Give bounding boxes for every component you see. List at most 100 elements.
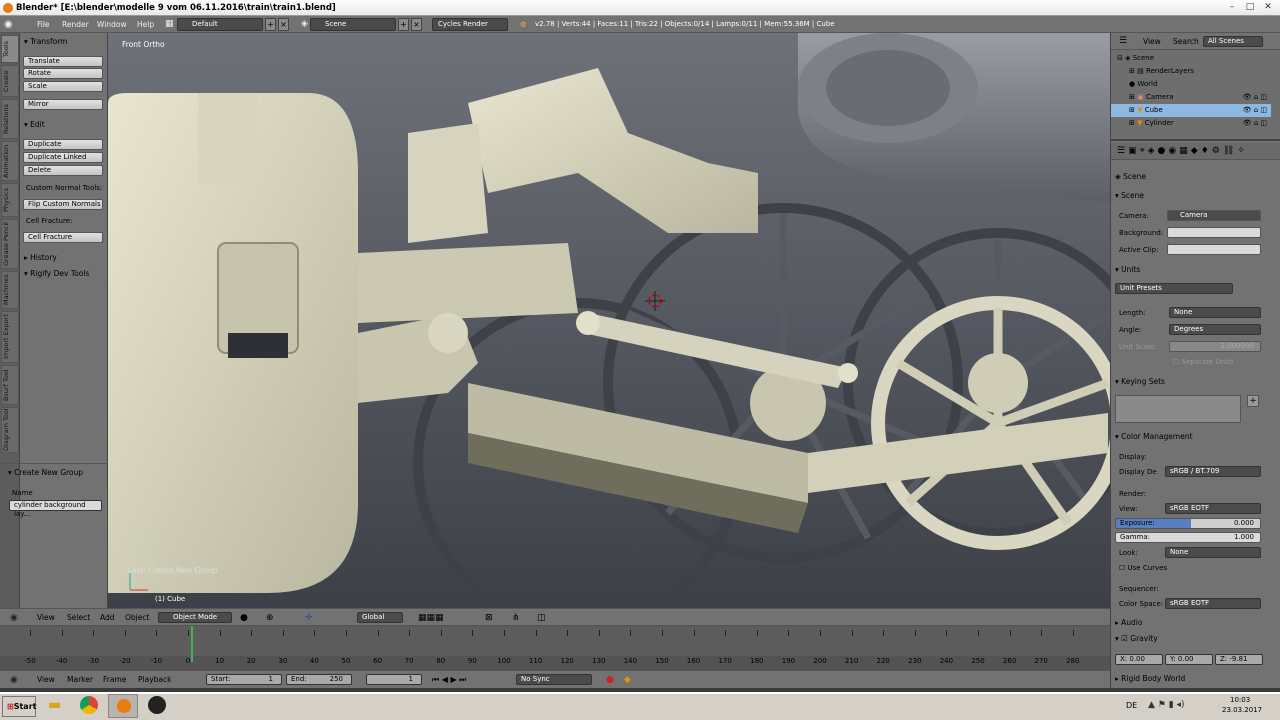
edit-panel-header[interactable]: ▾ Edit: [24, 120, 45, 129]
color-management-panel-header[interactable]: ▾ Color Management: [1115, 432, 1193, 441]
record-icon[interactable]: ●: [606, 671, 614, 689]
shading-sphere-icon[interactable]: ●: [240, 609, 248, 627]
language-indicator[interactable]: DE: [1126, 701, 1137, 710]
keying-sets-panel-header[interactable]: ▾ Keying Sets: [1115, 377, 1165, 386]
outliner-item-cylinder[interactable]: ⊞ ▼ Cylinder 👁 ⌂ ◫: [1111, 117, 1271, 130]
playback-controls-icon[interactable]: ⏮ ◀ ▶ ⏭: [432, 671, 466, 689]
sync-select[interactable]: No Sync: [516, 674, 592, 685]
group-name-input[interactable]: cylinder background lay...: [9, 500, 102, 518]
outliner-item-world[interactable]: ● World: [1111, 78, 1271, 91]
outliner-editor-icon[interactable]: ☰: [1119, 36, 1127, 46]
angle-select[interactable]: Degrees: [1169, 324, 1261, 335]
history-panel-header[interactable]: ▸ History: [24, 253, 57, 262]
outliner-menu-view[interactable]: View: [1143, 37, 1161, 46]
menu-add[interactable]: Add: [100, 609, 115, 627]
orientation-select[interactable]: Global: [357, 612, 403, 623]
blender-taskbar-button[interactable]: [108, 694, 138, 718]
create-group-panel-header[interactable]: ▾ Create New Group: [8, 468, 83, 477]
start-frame-field[interactable]: Start: 1: [206, 674, 282, 685]
tray-icons[interactable]: ▲ ⚑ ▮ ◂): [1148, 700, 1185, 710]
visibility-icons[interactable]: 👁 ⌂ ◫: [1243, 104, 1267, 117]
color-space-select[interactable]: sRGB EOTF: [1165, 598, 1261, 609]
tl-menu-view[interactable]: View: [37, 671, 55, 689]
editor-type-icon[interactable]: ◉: [4, 16, 13, 33]
unit-presets-select[interactable]: Unit Presets: [1115, 283, 1233, 294]
end-frame-field[interactable]: End: 250: [286, 674, 352, 685]
layout-add-button[interactable]: +: [265, 18, 276, 31]
outliner-item-scene[interactable]: ⊟ ◈ Scene: [1111, 52, 1271, 65]
outliner-item-renderlayers[interactable]: ⊞ ▤ RenderLayers: [1111, 65, 1271, 78]
flip-custom-normals-button[interactable]: Flip Custom Normals: [23, 199, 103, 210]
layout-remove-button[interactable]: ×: [278, 18, 289, 31]
menu-help[interactable]: Help: [137, 16, 154, 33]
3d-viewport[interactable]: Front Ortho Last: Create New Group (1) C…: [108, 33, 1110, 608]
chrome-icon[interactable]: [80, 696, 98, 714]
tab-animation[interactable]: Animation: [1, 141, 19, 181]
tab-import-export[interactable]: Import Export: [1, 311, 19, 363]
translate-button[interactable]: Translate: [23, 56, 103, 67]
tl-menu-playback[interactable]: Playback: [138, 671, 171, 689]
background-field[interactable]: [1167, 227, 1261, 238]
outliner[interactable]: ☰ View Search All Scenes ⊟ ◈ Scene ⊞ ▤ R…: [1111, 33, 1280, 141]
mirror-button[interactable]: Mirror: [23, 99, 103, 110]
gravity-z-field[interactable]: Z: -9.81: [1215, 654, 1263, 665]
cell-fracture-button[interactable]: Cell Fracture: [23, 232, 103, 243]
tl-menu-marker[interactable]: Marker: [67, 671, 93, 689]
properties-tabs-icons[interactable]: ☰▣⌖◈●◉▦◆♦⚙⛓✧: [1111, 143, 1280, 160]
gravity-y-field[interactable]: Y: 0.00: [1165, 654, 1213, 665]
menu-object[interactable]: Object: [125, 609, 149, 627]
layers-icon[interactable]: ▦▦▦: [418, 609, 444, 627]
audio-panel-header[interactable]: ▸ Audio: [1115, 618, 1142, 627]
tab-grease-pencil[interactable]: Grease Pencil: [1, 219, 19, 269]
transform-panel-header[interactable]: ▾ Transform: [24, 37, 67, 46]
gamma-slider[interactable]: Gamma: 1.000: [1115, 532, 1261, 543]
menu-view[interactable]: View: [37, 609, 55, 627]
display-device-select[interactable]: sRGB / BT.709: [1165, 466, 1261, 477]
render-icon[interactable]: ◫: [537, 609, 546, 627]
minimize-button[interactable]: –: [1224, 2, 1240, 13]
menu-window[interactable]: Window: [97, 16, 127, 33]
outliner-filter-select[interactable]: All Scenes: [1203, 36, 1263, 47]
tab-create[interactable]: Create: [1, 65, 19, 97]
snap-icon[interactable]: ⋔: [512, 609, 520, 627]
menu-file[interactable]: File: [37, 16, 50, 33]
tab-tools[interactable]: Tools: [1, 35, 19, 63]
keying-sets-list[interactable]: [1115, 395, 1241, 423]
outliner-menu-search[interactable]: Search: [1173, 37, 1199, 46]
current-frame-indicator[interactable]: [191, 626, 194, 662]
tab-diagram-tool[interactable]: Diagram Tool: [1, 407, 19, 453]
menu-select[interactable]: Select: [67, 609, 90, 627]
use-curves-checkbox[interactable]: ☐ Use Curves: [1119, 564, 1167, 572]
mode-select[interactable]: Object Mode: [158, 612, 232, 623]
view3d-editor-icon[interactable]: ◉: [10, 609, 18, 627]
view-transform-select[interactable]: sRGB EOTF: [1165, 503, 1261, 514]
scene-remove-button[interactable]: ×: [411, 18, 422, 31]
obs-icon[interactable]: [148, 696, 166, 714]
lock-icon[interactable]: ⊠: [485, 609, 493, 627]
manipulator-icon[interactable]: ✛: [305, 609, 313, 627]
close-button[interactable]: ✕: [1260, 2, 1276, 13]
start-button[interactable]: ⊞Start: [2, 696, 36, 717]
maximize-button[interactable]: □: [1242, 2, 1258, 13]
duplicate-button[interactable]: Duplicate: [23, 139, 103, 150]
scale-button[interactable]: Scale: [23, 81, 103, 92]
tab-relations[interactable]: Relations: [1, 99, 19, 139]
outliner-item-camera[interactable]: ⊞ ▣ Camera 👁 ⌂ ◫: [1111, 91, 1271, 104]
exposure-slider[interactable]: Exposure: 0.000: [1115, 518, 1261, 529]
visibility-icons[interactable]: 👁 ⌂ ◫: [1243, 91, 1267, 104]
layout-grid-icon[interactable]: ▦: [165, 16, 174, 33]
layout-selector[interactable]: Default: [177, 18, 263, 31]
unit-scale-field[interactable]: 1.000000: [1169, 341, 1261, 352]
units-panel-header[interactable]: ▾ Units: [1115, 265, 1140, 274]
rigid-body-panel-header[interactable]: ▸ Rigid Body World: [1115, 674, 1185, 683]
current-frame-field[interactable]: 1: [366, 674, 422, 685]
rotate-button[interactable]: Rotate: [23, 68, 103, 79]
menu-render[interactable]: Render: [62, 16, 89, 33]
camera-field[interactable]: Camera: [1167, 210, 1261, 221]
active-clip-field[interactable]: [1167, 244, 1261, 255]
timeline-editor[interactable]: -50 -40 -30 -20 -10 0 10 20 30 40 50 60 70 80 90 100 110…: [0, 626, 1110, 670]
look-select[interactable]: None: [1165, 547, 1261, 558]
visibility-icons[interactable]: 👁 ⌂ ◫: [1243, 117, 1267, 130]
tab-physics[interactable]: Physics: [1, 183, 19, 217]
file-explorer-icon[interactable]: ▬: [48, 697, 61, 713]
